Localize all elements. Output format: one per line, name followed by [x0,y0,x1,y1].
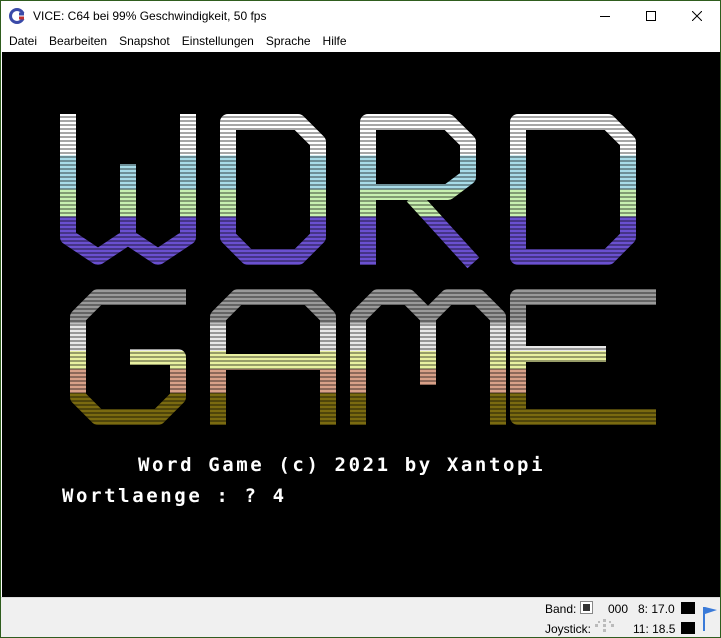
menu-sprache[interactable]: Sprache [260,31,317,52]
menu-snapshot[interactable]: Snapshot [113,31,176,52]
joystick-icon[interactable] [595,619,615,633]
menu-datei[interactable]: Datei [3,31,43,52]
menu-bar: Datei Bearbeiten Snapshot Einstellungen … [1,31,720,52]
drive11-led [681,622,695,634]
vice-app-icon[interactable] [9,8,25,24]
credit-line: Word Game (c) 2021 by Xantopi [138,454,546,476]
menu-bearbeiten[interactable]: Bearbeiten [43,31,113,52]
drive8-led [681,602,695,614]
scanline-overlay [2,52,720,597]
joystick-label: Joystick: [545,622,592,636]
status-bar: Band: 000 8: 17.0 Joystick: 11: 18.5 [1,597,720,637]
minimize-button[interactable] [582,1,628,31]
tape-icon[interactable] [580,601,593,614]
close-icon [692,11,702,21]
close-button[interactable] [674,1,720,31]
speed-flag-icon[interactable] [702,603,718,633]
window-title: VICE: C64 bei 99% Geschwindigkeit, 50 fp… [33,9,267,23]
minimize-icon [600,16,610,17]
drive11-status: 11: 18.5 [633,622,676,636]
window-controls [582,1,720,31]
menu-einstellungen[interactable]: Einstellungen [176,31,260,52]
tape-label: Band: [545,602,577,616]
drive8-status: 8: 17.0 [638,602,675,616]
maximize-icon [646,11,656,21]
menu-hilfe[interactable]: Hilfe [317,31,353,52]
vice-window: VICE: C64 bei 99% Geschwindigkeit, 50 fp… [0,0,721,638]
c64-screen[interactable]: Word Game (c) 2021 by Xantopi Wortlaenge… [2,52,720,597]
maximize-button[interactable] [628,1,674,31]
logo-graphic [2,52,720,597]
title-bar: VICE: C64 bei 99% Geschwindigkeit, 50 fp… [1,1,720,31]
tape-counter: 000 [608,602,629,616]
prompt-line: Wortlaenge : ? 4 [62,485,287,507]
